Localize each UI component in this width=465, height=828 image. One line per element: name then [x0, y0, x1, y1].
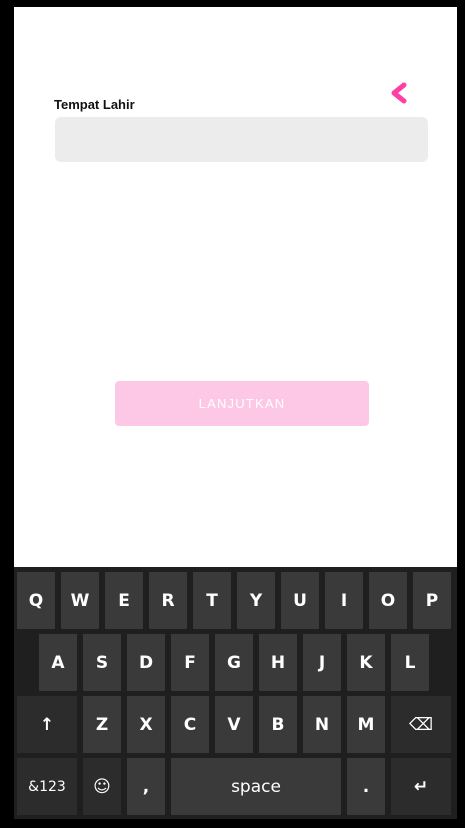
backspace-key[interactable]: ⌫: [391, 696, 451, 753]
key-s[interactable]: S: [83, 634, 121, 691]
app-screen: Tempat Lahir LANJUTKAN Q W E R T Y U I O…: [14, 7, 457, 819]
key-d[interactable]: D: [127, 634, 165, 691]
back-button[interactable]: [386, 79, 412, 107]
chevron-left-icon: [391, 82, 407, 104]
comma-key[interactable]: ,: [127, 758, 165, 815]
key-w[interactable]: W: [61, 572, 99, 629]
key-r[interactable]: R: [149, 572, 187, 629]
period-key[interactable]: .: [347, 758, 385, 815]
key-l[interactable]: L: [391, 634, 429, 691]
emoji-key[interactable]: ☺: [83, 758, 121, 815]
enter-key[interactable]: ↵: [391, 758, 451, 815]
key-i[interactable]: I: [325, 572, 363, 629]
key-g[interactable]: G: [215, 634, 253, 691]
key-v[interactable]: V: [215, 696, 253, 753]
tempat-lahir-label: Tempat Lahir: [54, 97, 135, 112]
key-n[interactable]: N: [303, 696, 341, 753]
key-j[interactable]: J: [303, 634, 341, 691]
key-c[interactable]: C: [171, 696, 209, 753]
key-y[interactable]: Y: [237, 572, 275, 629]
key-t[interactable]: T: [193, 572, 231, 629]
key-p[interactable]: P: [413, 572, 451, 629]
key-o[interactable]: O: [369, 572, 407, 629]
key-a[interactable]: A: [39, 634, 77, 691]
key-m[interactable]: M: [347, 696, 385, 753]
numbers-key[interactable]: &123: [17, 758, 77, 815]
key-k[interactable]: K: [347, 634, 385, 691]
key-u[interactable]: U: [281, 572, 319, 629]
on-screen-keyboard: Q W E R T Y U I O P A S D F G H J K L ↑ …: [14, 567, 457, 819]
lanjutkan-button[interactable]: LANJUTKAN: [115, 381, 369, 426]
shift-key[interactable]: ↑: [17, 696, 77, 753]
key-b[interactable]: B: [259, 696, 297, 753]
key-f[interactable]: F: [171, 634, 209, 691]
key-q[interactable]: Q: [17, 572, 55, 629]
key-e[interactable]: E: [105, 572, 143, 629]
key-h[interactable]: H: [259, 634, 297, 691]
key-z[interactable]: Z: [83, 696, 121, 753]
key-x[interactable]: X: [127, 696, 165, 753]
tempat-lahir-input[interactable]: [55, 117, 428, 162]
space-key[interactable]: space: [171, 758, 341, 815]
